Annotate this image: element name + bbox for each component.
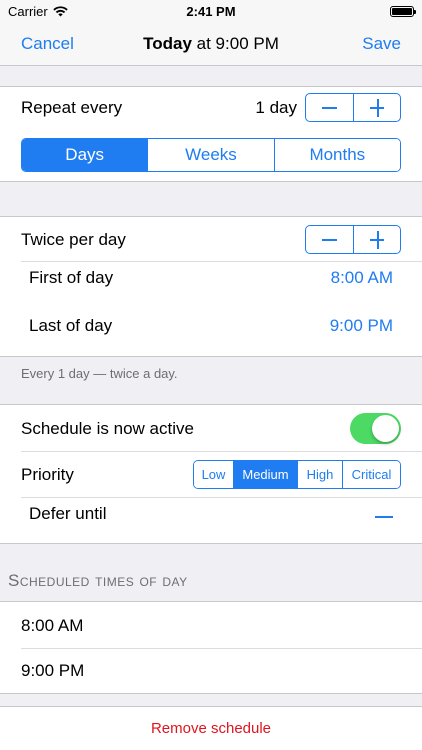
decrement-icon[interactable] (306, 94, 353, 121)
status-bar: Carrier 2:41 PM (0, 0, 422, 22)
last-of-day-row[interactable]: Last of day 9:00 PM (0, 310, 422, 358)
defer-until-row[interactable]: Defer until (0, 498, 422, 544)
scheduled-time: 9:00 PM (21, 661, 85, 680)
repeat-stepper[interactable] (305, 93, 401, 122)
increment-icon[interactable] (352, 226, 401, 253)
repeat-section: Repeat every 1 day Days Weeks Months (0, 86, 422, 182)
toggle-knob (372, 415, 399, 442)
active-label: Schedule is now active (21, 419, 194, 438)
list-item: 9:00 PM (0, 649, 422, 695)
status-time: 2:41 PM (186, 4, 236, 19)
nav-title-time: at 9:00 PM (191, 34, 279, 53)
active-toggle[interactable] (350, 413, 401, 444)
remove-section: Remove schedule (0, 706, 422, 750)
nav-title: Today at 9:00 PM (0, 34, 422, 54)
last-of-day-value[interactable]: 9:00 PM (330, 316, 393, 336)
last-of-day-label: Last of day (29, 316, 113, 335)
dash-icon (375, 516, 393, 518)
times-stepper[interactable] (305, 225, 401, 254)
repeat-label: Repeat every (21, 98, 123, 117)
first-of-day-value[interactable]: 8:00 AM (331, 268, 393, 288)
priority-selector[interactable]: Low Medium High Critical (193, 460, 401, 489)
nav-title-day: Today (143, 34, 192, 53)
repeat-value: 1 day (255, 98, 297, 117)
save-button[interactable]: Save (362, 34, 401, 54)
times-per-day-label: Twice per day (21, 230, 126, 249)
navigation-bar: Cancel Today at 9:00 PM Save (0, 22, 422, 66)
schedule-summary: Every 1 day — twice a day. (21, 366, 178, 381)
times-per-day-section: Twice per day First of day 8:00 AM Last … (0, 216, 422, 357)
priority-label: Priority (21, 465, 74, 484)
battery-icon (390, 6, 416, 17)
list-item: 8:00 AM (0, 602, 422, 648)
remove-schedule-button[interactable]: Remove schedule (0, 720, 422, 737)
unit-days[interactable]: Days (22, 139, 148, 171)
scheduled-times-header: Scheduled times of day (8, 571, 188, 590)
scheduled-time: 8:00 AM (21, 616, 84, 635)
priority-critical[interactable]: Critical (342, 461, 400, 488)
repeat-unit-selector[interactable]: Days Weeks Months (21, 138, 401, 172)
scheduled-times-list: 8:00 AM 9:00 PM (0, 601, 422, 694)
priority-high[interactable]: High (297, 461, 342, 488)
first-of-day-label: First of day (29, 268, 114, 287)
priority-low[interactable]: Low (194, 461, 233, 488)
increment-icon[interactable] (352, 94, 401, 121)
decrement-icon[interactable] (306, 226, 353, 253)
unit-weeks[interactable]: Weeks (147, 139, 274, 171)
first-of-day-row[interactable]: First of day 8:00 AM (0, 262, 422, 310)
schedule-settings-section: Schedule is now active Priority Low Medi… (0, 404, 422, 544)
defer-until-label: Defer until (29, 504, 107, 523)
priority-medium[interactable]: Medium (233, 461, 297, 488)
divider (21, 451, 422, 452)
unit-months[interactable]: Months (273, 139, 400, 171)
